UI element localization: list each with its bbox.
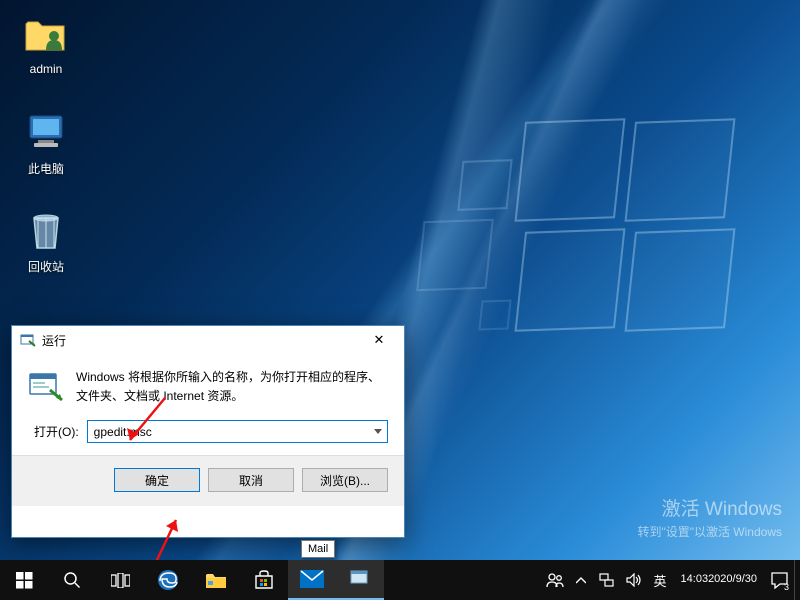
- task-view-button[interactable]: [96, 560, 144, 600]
- tray-ime[interactable]: 英: [648, 560, 673, 600]
- speaker-icon: [626, 573, 642, 587]
- edge-icon: [157, 569, 179, 591]
- people-icon: [546, 571, 564, 589]
- tray-people[interactable]: [540, 560, 570, 600]
- desktop[interactable]: admin 此电脑 回收站 新 激活 Windows 转到"设置"以激活 Win…: [0, 0, 800, 600]
- show-desktop-button[interactable]: [794, 560, 800, 600]
- watermark-line1: 激活 Windows: [637, 494, 782, 521]
- tray-date: 2020/9/30: [708, 573, 757, 586]
- tray-action-center[interactable]: 3: [765, 560, 794, 600]
- tray-volume[interactable]: [620, 560, 648, 600]
- tray-clock[interactable]: 14:03 2020/9/30: [673, 560, 765, 600]
- chevron-down-icon[interactable]: [369, 421, 387, 442]
- desktop-icon-recycle-bin[interactable]: 回收站: [8, 206, 84, 275]
- computer-icon: [22, 108, 70, 156]
- system-tray: 英 14:03 2020/9/30 3: [540, 560, 800, 600]
- run-dialog: 运行 ✕ Windows 将根据你所输入的名称，为你打开相应的程序、文件夹、文档…: [11, 325, 405, 538]
- desktop-icon-label: 此电脑: [28, 162, 64, 176]
- desktop-icon-admin[interactable]: admin: [8, 10, 84, 76]
- recycle-bin-icon: [22, 206, 70, 254]
- run-dialog-button-row: 确定 取消 浏览(B)...: [12, 455, 404, 506]
- tray-time: 14:03: [681, 573, 709, 586]
- network-icon: [598, 572, 614, 588]
- search-button[interactable]: [48, 560, 96, 600]
- taskbar-app-edge[interactable]: [144, 560, 192, 600]
- store-icon: [254, 570, 274, 590]
- desktop-icon-this-pc[interactable]: 此电脑: [8, 108, 84, 177]
- run-window-icon: [350, 570, 370, 588]
- chevron-up-icon: [576, 577, 586, 584]
- run-dialog-title: 运行: [42, 332, 360, 349]
- taskbar-app-mail[interactable]: [288, 560, 336, 600]
- task-view-icon: [111, 573, 130, 588]
- ok-button[interactable]: 确定: [114, 468, 200, 492]
- taskbar-app-explorer[interactable]: [192, 560, 240, 600]
- taskbar-app-store[interactable]: [240, 560, 288, 600]
- cancel-button[interactable]: 取消: [208, 468, 294, 492]
- taskbar-app-run[interactable]: [336, 560, 384, 600]
- folder-icon: [206, 572, 226, 589]
- browse-button[interactable]: 浏览(B)...: [302, 468, 388, 492]
- open-label: 打开(O):: [34, 423, 79, 440]
- watermark-line2: 转到"设置"以激活 Windows: [637, 523, 782, 540]
- tray-chevron-up[interactable]: [570, 560, 592, 600]
- taskbar: 英 14:03 2020/9/30 3: [0, 560, 800, 600]
- taskbar-tooltip: Mail: [301, 540, 335, 558]
- search-icon: [63, 571, 81, 589]
- tray-network[interactable]: [592, 560, 620, 600]
- open-input[interactable]: [87, 420, 388, 443]
- run-icon: [20, 332, 36, 348]
- wallpaper-windows-logo: [420, 100, 760, 400]
- close-button[interactable]: ✕: [360, 329, 398, 351]
- run-dialog-titlebar[interactable]: 运行 ✕: [12, 326, 404, 354]
- mail-icon: [300, 570, 324, 588]
- desktop-icon-label: 回收站: [28, 260, 64, 274]
- run-dialog-icon: [28, 368, 64, 404]
- open-combobox[interactable]: [87, 420, 388, 443]
- desktop-icon-label: admin: [30, 62, 63, 76]
- run-dialog-description: Windows 将根据你所输入的名称，为你打开相应的程序、文件夹、文档或 Int…: [76, 368, 388, 406]
- activation-watermark: 激活 Windows 转到"设置"以激活 Windows: [637, 494, 782, 540]
- start-button[interactable]: [0, 560, 48, 600]
- user-folder-icon: [22, 10, 70, 58]
- windows-logo-icon: [16, 572, 33, 589]
- notification-count: 3: [784, 582, 789, 592]
